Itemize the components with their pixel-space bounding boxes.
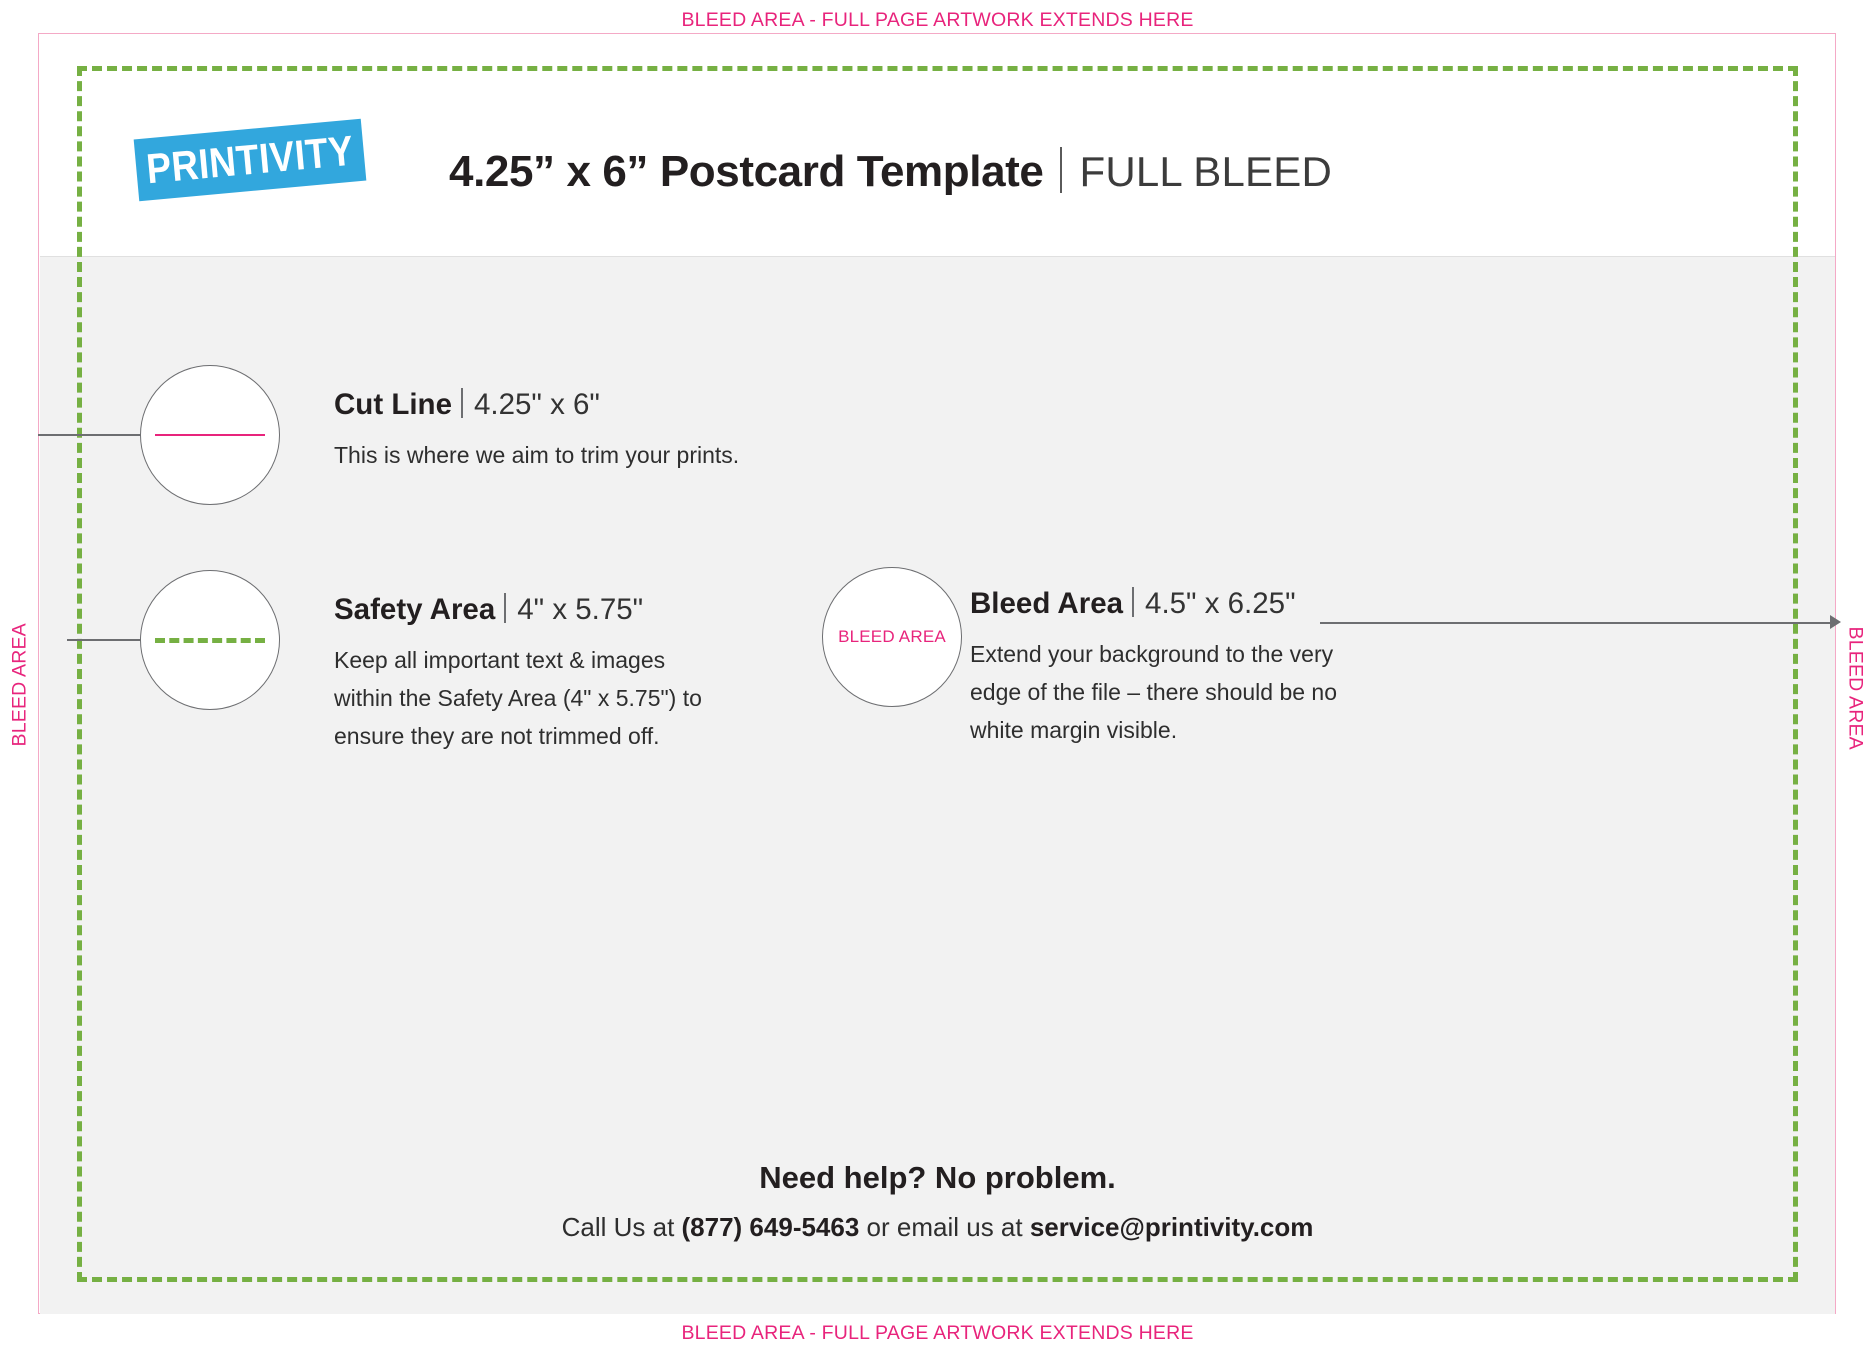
- title-sep-icon: [504, 593, 507, 623]
- bleed-area-swatch-label: BLEED AREA: [838, 627, 946, 646]
- leader-line-cut: [38, 434, 143, 436]
- bleed-caption-bottom: BLEED AREA - FULL PAGE ARTWORK EXTENDS H…: [681, 1322, 1194, 1344]
- help-call-middle: or email us at: [859, 1212, 1030, 1242]
- callout-body-cut-line: This is where we aim to trim your prints…: [334, 442, 740, 468]
- swatch-bubble-cut-line: [140, 365, 280, 505]
- postcard-template-page: BLEED AREA - FULL PAGE ARTWORK EXTENDS H…: [0, 0, 1875, 1350]
- bleed-caption-top: BLEED AREA - FULL PAGE ARTWORK EXTENDS H…: [681, 9, 1194, 31]
- help-email[interactable]: service@printivity.com: [1030, 1212, 1314, 1242]
- leader-line-bleed: [1320, 622, 1836, 624]
- swatch-bubble-bleed-area: BLEED AREA: [822, 567, 962, 707]
- callout-title-bleed-area: Bleed Area 4.5" x 6.25": [970, 587, 1382, 621]
- page-title-main: 4.25” x 6” Postcard Template: [449, 147, 1044, 196]
- callout-body-bleed-area: Extend your background to the very edge …: [970, 641, 1338, 743]
- bleed-caption-right: BLEED AREA: [1844, 626, 1867, 750]
- callout-label-safety-area: Safety Area: [334, 593, 496, 626]
- leader-line-safety: [67, 639, 143, 641]
- solid-line-swatch-icon: [155, 434, 265, 436]
- help-contact-line: Call Us at (877) 649-5463 or email us at…: [0, 1212, 1875, 1243]
- callout-dims-safety-area: 4" x 5.75": [517, 593, 644, 626]
- page-title-variant: FULL BLEED: [1079, 148, 1333, 195]
- callout-dims-cut-line: 4.25" x 6": [474, 388, 600, 421]
- callout-body-safety-area: Keep all important text & images within …: [334, 647, 702, 749]
- callout-text-cut-line: Cut Line 4.25" x 6" This is where we aim …: [334, 388, 974, 474]
- callout-text-bleed-area: Bleed Area 4.5" x 6.25" Extend your backg…: [970, 587, 1382, 749]
- callout-label-cut-line: Cut Line: [334, 388, 452, 421]
- bleed-caption-left: BLEED AREA: [8, 623, 31, 747]
- help-heading: Need help? No problem.: [759, 1160, 1116, 1195]
- page-title: 4.25” x 6” Postcard Template FULL BLEED: [449, 140, 1332, 197]
- logo-wordmark: PRINTIVITY: [144, 126, 356, 193]
- callout-label-bleed-area: Bleed Area: [970, 587, 1124, 620]
- arrow-head-icon: [1830, 615, 1841, 629]
- dashed-line-swatch-icon: [155, 637, 265, 643]
- callout-title-safety-area: Safety Area 4" x 5.75": [334, 593, 716, 627]
- title-sep-icon: [461, 388, 463, 418]
- help-call-prefix: Call Us at: [561, 1212, 682, 1242]
- help-phone[interactable]: (877) 649-5463: [682, 1212, 860, 1242]
- help-footer: Need help? No problem. Call Us at (877) …: [0, 1160, 1875, 1243]
- callout-dims-bleed-area: 4.5" x 6.25": [1145, 587, 1296, 620]
- title-sep-icon: [1132, 587, 1135, 617]
- callout-title-cut-line: Cut Line 4.25" x 6": [334, 388, 974, 422]
- callout-text-safety-area: Safety Area 4" x 5.75" Keep all important…: [334, 593, 716, 755]
- title-divider: [1060, 147, 1063, 193]
- swatch-bubble-safety-area: [140, 570, 280, 710]
